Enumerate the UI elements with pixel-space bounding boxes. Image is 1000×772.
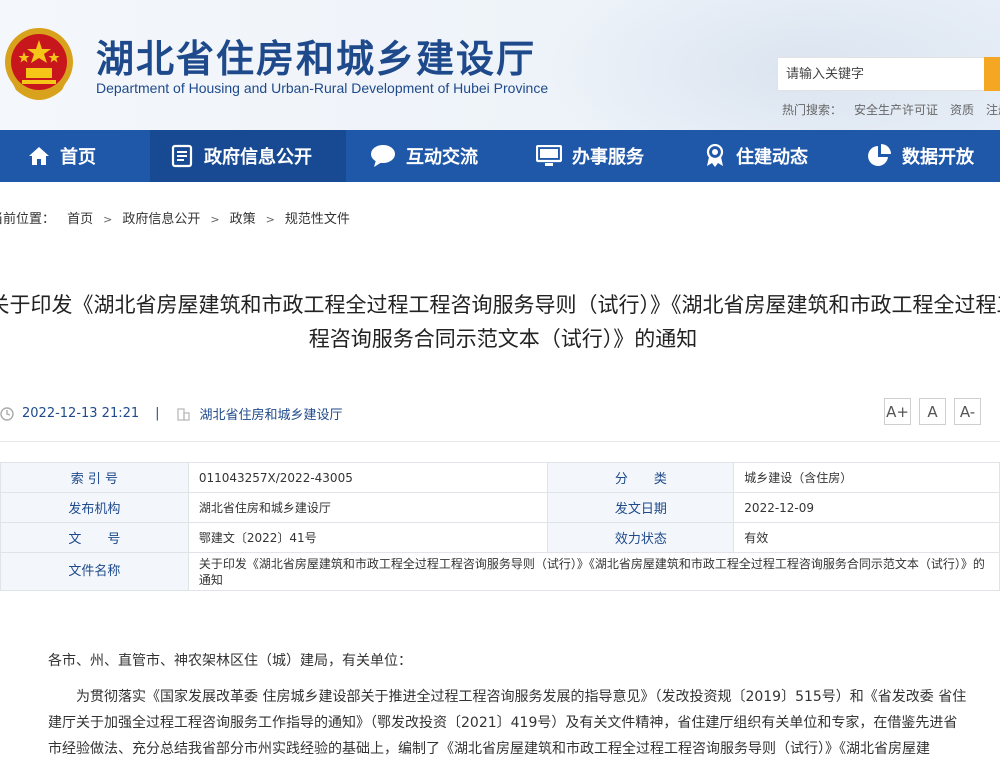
home-icon [29, 147, 49, 165]
search-box [777, 57, 987, 91]
table-row: 文 号 鄂建文〔2022〕41号 效力状态 有效 [0, 522, 1000, 553]
medal-icon [706, 144, 724, 167]
salutation: 各市、州、直管市、神农架林区住（城）建局，有关单位： [48, 653, 412, 669]
filename-value: 关于印发《湖北省房屋建筑和市政工程全过程工程咨询服务导则（试行）》《湖北省房屋建… [187, 552, 1000, 591]
table-row: 索 引 号 011043257X/2022-43005 分 类 城乡建设（含住房… [0, 462, 1000, 493]
document-info-table: 索 引 号 011043257X/2022-43005 分 类 城乡建设（含住房… [0, 462, 1000, 591]
breadcrumb-label: 当前位置： [0, 212, 56, 227]
nav-item-label: 数据开放 [902, 147, 974, 168]
nav-item-label: 政府信息公开 [204, 147, 312, 168]
meta-divider: | [155, 406, 160, 421]
doc-number-value: 鄂建文〔2022〕41号 [187, 522, 549, 553]
hot-search-item[interactable]: 安全生产许可证 [854, 103, 938, 117]
site-subtitle: Department of Housing and Urban-Rural De… [96, 80, 549, 96]
article-title: 关于印发《湖北省房屋建筑和市政工程全过程工程咨询服务导则（试行）》《湖北省房屋建… [0, 288, 1000, 356]
breadcrumb: 当前位置： 首页 > 政府信息公开 > 政策 > 规范性文件 [0, 208, 350, 227]
chat-icon [371, 145, 395, 167]
issuer-value: 湖北省住房和城乡建设厅 [187, 492, 549, 523]
issue-date-label: 发文日期 [547, 492, 735, 523]
article-meta: 2022-12-13 21:21 | 湖北省住房和城乡建设厅 [0, 404, 343, 423]
search-input[interactable] [778, 58, 986, 90]
issue-date-value: 2022-12-09 [733, 492, 1000, 523]
pie-chart-icon [868, 144, 891, 166]
breadcrumb-item[interactable]: 规范性文件 [285, 212, 350, 227]
table-row: 文件名称 关于印发《湖北省房屋建筑和市政工程全过程工程咨询服务导则（试行）》《湖… [0, 552, 1000, 591]
hot-search-label: 热门搜索： [782, 103, 843, 117]
font-size-controls: A+ A A- [884, 398, 989, 425]
font-increase-button[interactable]: A+ [884, 398, 911, 425]
breadcrumb-item[interactable]: 首页 [67, 212, 93, 227]
hot-search-item[interactable]: 注册 [986, 103, 1000, 117]
site-title: 湖北省住房和城乡建设厅 [96, 36, 537, 81]
clock-icon [0, 406, 14, 421]
nav-item-label: 互动交流 [406, 147, 478, 168]
nav-item-label: 住建动态 [736, 147, 808, 168]
issuer-label: 发布机构 [0, 492, 189, 523]
breadcrumb-item[interactable]: 政策 [230, 212, 256, 227]
monitor-icon [536, 145, 562, 166]
nav-item-home[interactable]: 首页 [28, 130, 96, 182]
nav-item-label: 首页 [60, 147, 96, 168]
article-body: 各市、州、直管市、神农架林区住（城）建局，有关单位： 为贯彻落实《国家发展改革委… [48, 648, 968, 772]
hot-search: 热门搜索： 安全生产许可证资质注册 [782, 101, 1000, 118]
main-nav: 首页 政府信息公开 互动交流 办事服务 住建动态 数据开放 [0, 130, 1000, 182]
status-label: 效力状态 [547, 522, 735, 553]
nav-item-open-data[interactable]: 数据开放 [866, 130, 974, 182]
status-value: 有效 [733, 522, 1000, 553]
filename-label: 文件名称 [0, 552, 189, 591]
nav-item-interaction[interactable]: 互动交流 [370, 130, 478, 182]
nav-item-label: 办事服务 [572, 147, 644, 168]
article-title-line: 关于印发《湖北省房屋建筑和市政工程全过程工程咨询服务导则（试行）》《湖北省房屋建… [0, 293, 1000, 317]
hot-search-item[interactable]: 资质 [950, 103, 974, 117]
body-paragraph: 为贯彻落实《国家发展改革委 住房城乡建设部关于推进全过程工程咨询服务发展的指导意… [48, 689, 967, 757]
publish-source: 湖北省住房和城乡建设厅 [199, 408, 343, 423]
breadcrumb-separator-icon: > [265, 213, 275, 226]
index-label: 索 引 号 [0, 462, 189, 493]
font-reset-button[interactable]: A [919, 398, 946, 425]
nav-item-gov-info[interactable]: 政府信息公开 [150, 130, 346, 182]
nav-item-services[interactable]: 办事服务 [536, 130, 644, 182]
search-button[interactable] [984, 57, 1000, 91]
publish-date: 2022-12-13 21:21 [22, 406, 140, 421]
building-icon [176, 407, 190, 421]
table-row: 发布机构 湖北省住房和城乡建设厅 发文日期 2022-12-09 [0, 492, 1000, 523]
national-emblem-icon [5, 28, 73, 100]
category-label: 分 类 [547, 462, 735, 493]
index-value: 011043257X/2022-43005 [187, 462, 549, 493]
nav-item-news[interactable]: 住建动态 [704, 130, 808, 182]
breadcrumb-item[interactable]: 政府信息公开 [122, 212, 200, 227]
breadcrumb-separator-icon: > [103, 213, 113, 226]
category-value: 城乡建设（含住房） [733, 462, 1000, 493]
font-decrease-button[interactable]: A- [954, 398, 981, 425]
doc-number-label: 文 号 [0, 522, 189, 553]
breadcrumb-separator-icon: > [210, 213, 220, 226]
divider [0, 441, 1000, 442]
article-title-line: 程咨询服务合同示范文本（试行）》的通知 [308, 327, 698, 351]
document-icon [171, 144, 193, 168]
